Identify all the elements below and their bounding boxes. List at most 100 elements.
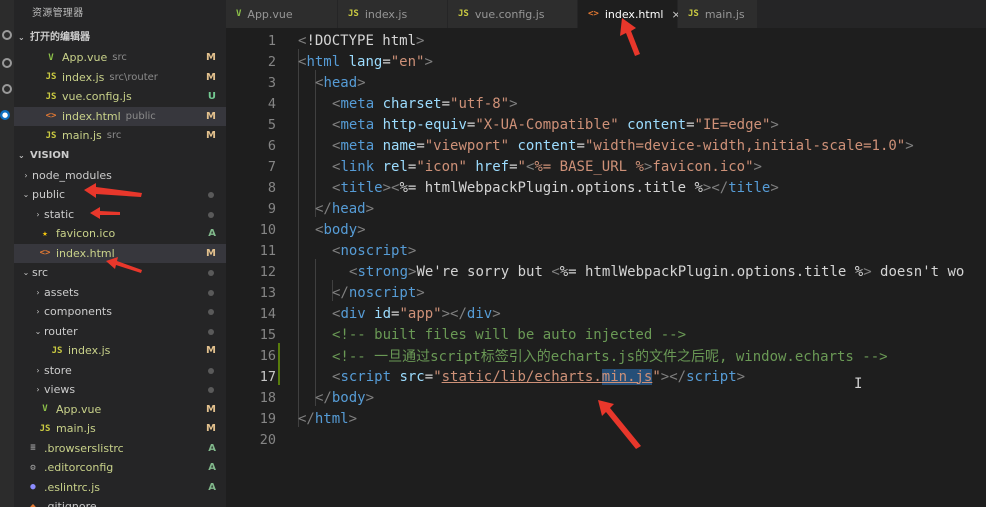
- modified-dot-icon: [208, 289, 214, 296]
- code-text: </noscript>: [332, 285, 425, 301]
- open-editors-title: 打开的编辑器: [30, 32, 90, 43]
- tab-index-js[interactable]: JS index.js: [338, 0, 448, 28]
- code-line: 8 <title><%= htmlWebpackPlugin.options.ti…: [226, 177, 986, 198]
- code-token: >: [365, 389, 375, 406]
- tree-item[interactable]: ⌄ public: [14, 185, 226, 205]
- tab-label: index.html: [604, 7, 664, 21]
- open-editor-item[interactable]: V App.vue src M: [14, 48, 226, 68]
- tree-item[interactable]: ⌄ router: [14, 322, 226, 342]
- tab-main-js[interactable]: JS main.js: [678, 0, 758, 28]
- tree-item[interactable]: › node_modules: [14, 166, 226, 186]
- tree-item[interactable]: <> index.html M: [14, 243, 226, 263]
- line-number: 7: [267, 158, 276, 175]
- tree-item-label: .gitignore: [44, 500, 97, 507]
- open-editors-header[interactable]: ⌄ 打开的编辑器: [14, 28, 226, 48]
- tab-index-html[interactable]: <> index.html ×: [578, 0, 681, 28]
- tree-item[interactable]: › store: [14, 361, 226, 381]
- file-type-icon: JS: [458, 9, 469, 19]
- chevron-right-icon: ›: [36, 287, 40, 297]
- line-number: 12: [259, 263, 276, 280]
- file-name: App.vue: [62, 51, 108, 65]
- code-text: <html lang="en">: [298, 54, 433, 70]
- line-number: 2: [267, 53, 276, 70]
- line-number: 20: [259, 431, 276, 448]
- git-status-badge: M: [206, 345, 216, 357]
- tree-item[interactable]: JS main.js M: [14, 419, 226, 439]
- code-token: content: [627, 116, 687, 133]
- code-line: 12 <strong>We're sorry but <%= htmlWebpac…: [226, 261, 986, 282]
- code-token: ": [433, 368, 442, 385]
- code-token: min.js: [601, 368, 653, 385]
- code-token: !DOCTYPE html: [306, 32, 417, 49]
- code-token: id: [374, 305, 392, 322]
- code-line: 7 <link rel="icon" href="<%= BASE_URL %>f…: [226, 156, 986, 177]
- tree-item[interactable]: ≡ .browserslistrc A: [14, 439, 226, 459]
- tree-item[interactable]: V App.vue M: [14, 400, 226, 420]
- code-text: <script src="static/lib/echarts.min.js">…: [332, 368, 745, 385]
- tree-item[interactable]: ● .eslintrc.js A: [14, 478, 226, 498]
- code-token: title: [728, 179, 771, 196]
- code-token: </: [298, 410, 315, 427]
- chevron-right-icon: ›: [36, 365, 40, 375]
- code-text: <!-- 一旦通过script标签引入的echarts.js的文件之后呢, wi…: [332, 346, 888, 366]
- tree-item-label: assets: [44, 285, 80, 299]
- code-token: =: [686, 116, 695, 133]
- git-status-badge: U: [207, 91, 216, 103]
- code-token: >: [357, 221, 366, 238]
- code-token: ></: [702, 179, 729, 196]
- tree-item[interactable]: › components: [14, 302, 226, 322]
- explorer-title: 资源管理器: [32, 8, 84, 19]
- code-text: <noscript>: [332, 243, 416, 259]
- open-editor-item[interactable]: JS main.js src M: [14, 126, 226, 146]
- chevron-down-icon: ⌄: [18, 33, 25, 42]
- code-line: 17 <script src="static/lib/echarts.min.js…: [226, 366, 986, 387]
- files-icon[interactable]: [2, 30, 12, 40]
- code-token: http-equiv: [382, 116, 467, 133]
- open-editor-item[interactable]: JS vue.config.js U: [14, 87, 226, 107]
- editor-tabs: V App.vue JS index.js JS vue.config.js <> index…: [226, 0, 986, 28]
- tab-app-vue[interactable]: V App.vue: [226, 0, 338, 28]
- tree-item[interactable]: ★ favicon.ico A: [14, 224, 226, 244]
- file-type-icon: ★: [42, 228, 48, 239]
- code-line: 20: [226, 429, 986, 450]
- code-text: <meta charset="utf-8">: [332, 96, 518, 112]
- tree-item[interactable]: ◆ .gitignore: [14, 497, 226, 507]
- project-header[interactable]: ⌄ VISION: [14, 146, 226, 166]
- tab-vue-config-js[interactable]: JS vue.config.js: [448, 0, 578, 28]
- code-token: "en": [390, 53, 425, 70]
- open-editor-item[interactable]: <> index.html public M: [14, 106, 226, 126]
- file-path: src\router: [109, 71, 158, 83]
- git-status-badge: A: [208, 462, 216, 474]
- tree-item[interactable]: ⌄ src: [14, 263, 226, 283]
- file-name: vue.config.js: [62, 90, 132, 104]
- modified-dot-icon: [208, 211, 214, 218]
- tree-item-label: components: [44, 305, 112, 319]
- code-token: %= BASE_URL %: [534, 158, 644, 175]
- tab-label: App.vue: [247, 7, 293, 21]
- code-text: </html>: [298, 411, 357, 427]
- git-status-badge: M: [206, 130, 216, 142]
- line-number: 18: [259, 389, 276, 406]
- search-icon[interactable]: [2, 58, 12, 68]
- tree-item-label: router: [44, 324, 78, 338]
- code-editor[interactable]: 1 <!DOCTYPE html> 2 <html lang="en"> 3 <head>…: [226, 28, 986, 507]
- tab-label: vue.config.js: [474, 7, 545, 21]
- tree-item[interactable]: ⚙ .editorconfig A: [14, 458, 226, 478]
- code-token: >: [509, 95, 518, 112]
- tree-item[interactable]: › assets: [14, 283, 226, 303]
- tree-item[interactable]: › views: [14, 380, 226, 400]
- code-line: 13 </noscript>: [226, 282, 986, 303]
- code-line: 15 <!-- built files will be auto injected…: [226, 324, 986, 345]
- tree-item[interactable]: JS index.js M: [14, 341, 226, 361]
- chevron-down-icon: ⌄: [34, 326, 42, 336]
- code-token: =: [416, 137, 425, 154]
- tree-item[interactable]: › static: [14, 205, 226, 225]
- code-line: 4 <meta charset="utf-8">: [226, 93, 986, 114]
- line-number: 5: [267, 116, 276, 133]
- code-token: =: [509, 158, 518, 175]
- source-control-icon[interactable]: [2, 84, 12, 94]
- code-token: body: [331, 389, 366, 406]
- open-editor-item[interactable]: JS index.js src\router M: [14, 68, 226, 88]
